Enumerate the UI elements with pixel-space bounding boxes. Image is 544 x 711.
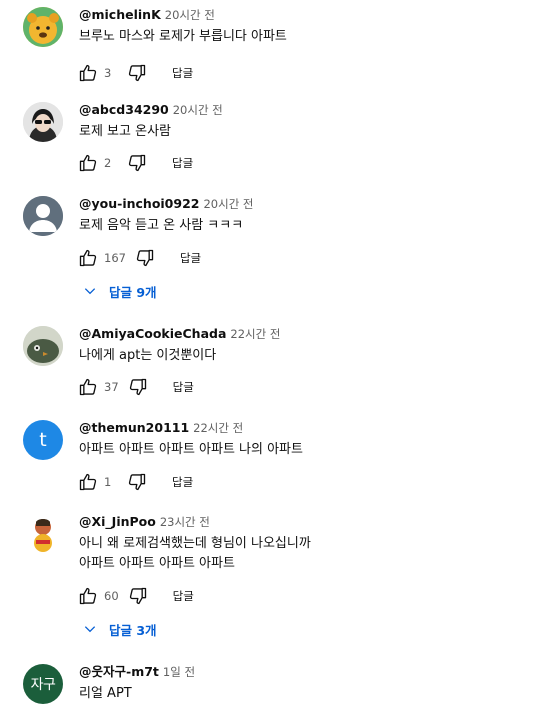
- comment-actions: 167 답글: [77, 246, 201, 270]
- thumbs-down-icon[interactable]: [126, 62, 148, 84]
- thumbs-down-icon[interactable]: [126, 471, 148, 493]
- thumbs-down-icon[interactable]: [126, 152, 148, 174]
- avatar[interactable]: [23, 326, 63, 366]
- thumbs-down-icon[interactable]: [127, 376, 149, 398]
- comment-line: 나에게 apt는 이것뿐이다: [79, 348, 217, 363]
- avatar-letter: t: [39, 429, 47, 451]
- replies-label: 답글 3개: [109, 622, 157, 638]
- like-count: 1: [104, 475, 112, 489]
- bird-image-icon: [23, 326, 63, 366]
- avatar[interactable]: [23, 514, 63, 554]
- default-person-icon: [23, 196, 63, 236]
- comment-text: 아파트 아파트 아파트 아파트 나의 아파트: [79, 440, 534, 460]
- avatar[interactable]: 자구: [23, 664, 63, 704]
- like-count: 2: [104, 156, 112, 170]
- like-count: 167: [104, 251, 126, 265]
- thumbs-up-icon[interactable]: [77, 62, 99, 84]
- reply-button[interactable]: 답글: [173, 379, 194, 395]
- comment-time[interactable]: 23시간 전: [160, 515, 210, 529]
- author-name[interactable]: @themun20111: [79, 420, 189, 435]
- avatar[interactable]: t: [23, 420, 63, 460]
- replies-label: 답글 9개: [109, 284, 157, 300]
- comment-text: 로제 보고 온사람: [79, 122, 534, 142]
- comment-line: 아파트 아파트 아파트 아파트 나의 아파트: [79, 442, 303, 457]
- thumbs-up-icon[interactable]: [77, 247, 99, 269]
- author-name[interactable]: @you-inchoi0922: [79, 196, 199, 211]
- thumbs-down-icon[interactable]: [127, 585, 149, 607]
- comment-text: 나에게 apt는 이것뿐이다: [79, 346, 534, 366]
- thumbs-down-icon[interactable]: [134, 247, 156, 269]
- cartoon-image-icon: [23, 514, 63, 554]
- author-name[interactable]: @AmiyaCookieChada: [79, 326, 226, 341]
- thumbs-up-icon[interactable]: [77, 585, 99, 607]
- comment-time[interactable]: 1일 전: [163, 665, 195, 679]
- author-name[interactable]: @michelinK: [79, 7, 161, 22]
- chevron-down-icon: [82, 621, 98, 637]
- comment-time[interactable]: 22시간 전: [230, 327, 280, 341]
- view-replies-button[interactable]: 답글 3개: [82, 619, 157, 639]
- comment-text: 리얼 APT: [79, 684, 534, 704]
- reply-button[interactable]: 답글: [173, 588, 194, 604]
- author-name[interactable]: @Xi_JinPoo: [79, 514, 156, 529]
- comment-time[interactable]: 20시간 전: [165, 8, 215, 22]
- comment-actions: 60 답글: [77, 584, 194, 608]
- author-name[interactable]: @abcd34290: [79, 102, 169, 117]
- comment-actions: 37 답글: [77, 375, 194, 399]
- comment-text: 아니 왜 로제검색했는데 형님이 나오십니까 아파트 아파트 아파트 아파트: [79, 534, 534, 574]
- reply-button[interactable]: 답글: [172, 474, 193, 490]
- avatar[interactable]: [23, 196, 63, 236]
- avatar-letter: 자구: [30, 677, 56, 693]
- pooh-image-icon: [23, 7, 63, 47]
- view-replies-button[interactable]: 답글 9개: [82, 281, 157, 301]
- comment-line: 아니 왜 로제검색했는데 형님이 나오십니까: [79, 536, 311, 551]
- like-count: 60: [104, 589, 119, 603]
- thumbs-up-icon[interactable]: [77, 471, 99, 493]
- comment-line: 브루노 마스와 로제가 부릅니다 아파트: [79, 29, 287, 44]
- comment-time[interactable]: 20시간 전: [173, 103, 223, 117]
- thumbs-up-icon[interactable]: [77, 152, 99, 174]
- chevron-down-icon: [82, 283, 98, 299]
- comment-line: 로제 보고 온사람: [79, 124, 171, 139]
- reply-button[interactable]: 답글: [172, 155, 193, 171]
- reply-button[interactable]: 답글: [172, 65, 193, 81]
- comment-text: 브루노 마스와 로제가 부릅니다 아파트: [79, 27, 534, 47]
- avatar[interactable]: [23, 7, 63, 47]
- photo-avatar-icon: [23, 102, 63, 142]
- comment-actions: 2 답글: [77, 151, 193, 175]
- comment-time[interactable]: 22시간 전: [193, 421, 243, 435]
- like-count: 37: [104, 380, 119, 394]
- author-name[interactable]: @웃자구-m7t: [79, 664, 159, 679]
- comment-line: 로제 음악 듣고 온 사람 ㅋㅋㅋ: [79, 218, 244, 233]
- comment-actions: 1 답글: [77, 470, 193, 494]
- comment-actions: 3 답글: [77, 61, 193, 85]
- reply-button[interactable]: 답글: [180, 250, 201, 266]
- thumbs-up-icon[interactable]: [77, 376, 99, 398]
- comment-time[interactable]: 20시간 전: [203, 197, 253, 211]
- comment-line: 아파트 아파트 아파트 아파트: [79, 556, 235, 571]
- comment-line: 리얼 APT: [79, 686, 132, 701]
- comment-text: 로제 음악 듣고 온 사람 ㅋㅋㅋ: [79, 216, 534, 236]
- avatar[interactable]: [23, 102, 63, 142]
- like-count: 3: [104, 66, 112, 80]
